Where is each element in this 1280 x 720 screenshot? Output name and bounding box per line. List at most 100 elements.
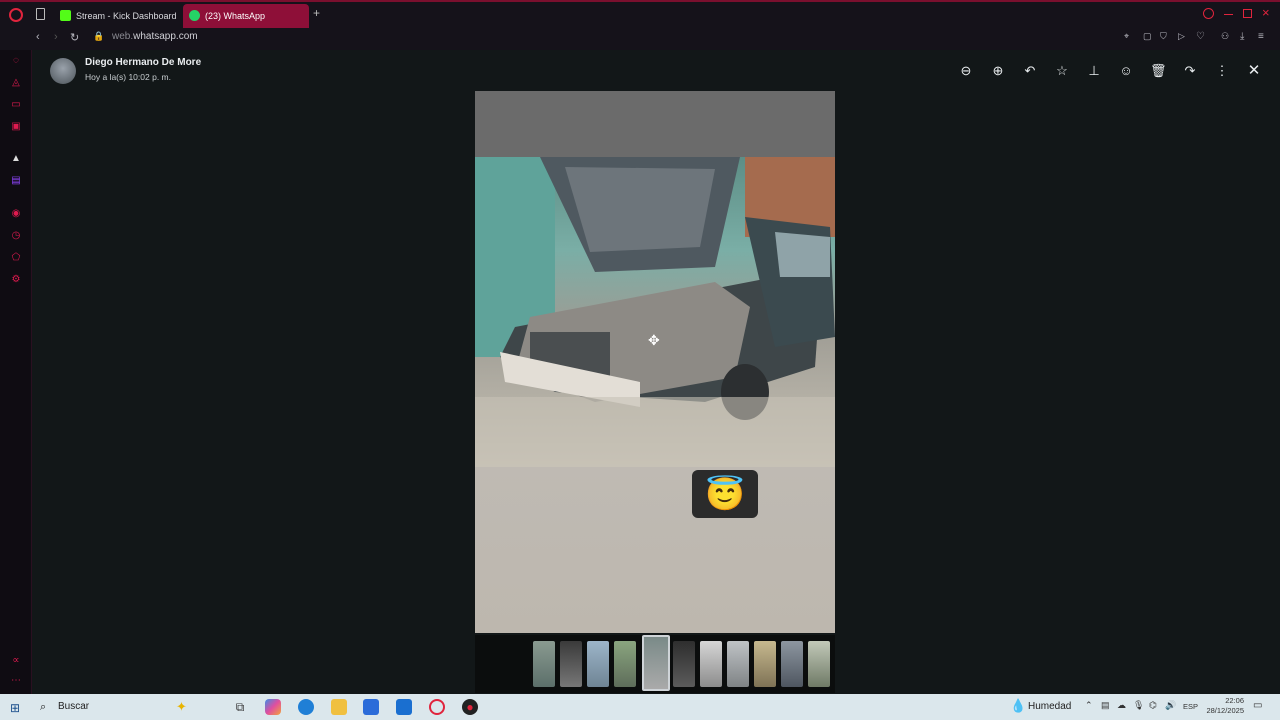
star-icon[interactable]: ☆: [1054, 63, 1070, 79]
zoom-in-icon[interactable]: ⊕: [990, 63, 1006, 79]
minimize-icon[interactable]: [1224, 14, 1233, 15]
history-icon[interactable]: ◷: [10, 230, 22, 242]
avatar[interactable]: [50, 58, 76, 84]
copilot-sparkle-icon: ✦: [176, 699, 187, 714]
aria-icon[interactable]: ◌: [10, 55, 22, 67]
photo-bottom-band: [475, 467, 835, 633]
snapshot-icon[interactable]: ⌖: [1124, 31, 1129, 42]
forward-nav-icon[interactable]: ›: [54, 31, 58, 43]
network-icon[interactable]: ⌬: [1149, 700, 1157, 711]
close-icon[interactable]: ✕: [1246, 63, 1262, 79]
thumbnail[interactable]: [560, 641, 582, 687]
tab-label: Stream - Kick Dashboard: [76, 11, 177, 21]
thumbnail-active[interactable]: [642, 635, 670, 691]
thumbnail[interactable]: [808, 641, 830, 687]
car-illustration: [475, 157, 835, 467]
pin-icon[interactable]: ⊥: [1086, 63, 1102, 79]
photo-top-band: [475, 91, 835, 157]
reaction-emoji: 😇: [692, 470, 758, 518]
file-explorer-icon[interactable]: [331, 699, 347, 715]
thumbnail[interactable]: [533, 641, 555, 687]
emoji-icon[interactable]: ☺: [1118, 63, 1134, 79]
twitch-icon[interactable]: ▤: [10, 175, 22, 187]
player-icon[interactable]: ◉: [10, 208, 22, 220]
opera-gx-taskbar-icon[interactable]: [429, 699, 445, 715]
tab-list-icon[interactable]: [36, 8, 45, 20]
url-field[interactable]: web.whatsapp.com: [112, 31, 198, 42]
taskbar-search[interactable]: ⌕ Buscar ✦: [34, 697, 220, 717]
messenger-icon[interactable]: ▭: [10, 99, 22, 111]
forward-icon[interactable]: ↷: [1182, 63, 1198, 79]
lock-icon: 🔒: [93, 31, 105, 41]
new-tab-button[interactable]: +: [313, 6, 320, 20]
sidebar-more-icon[interactable]: ⋯: [10, 675, 22, 687]
whatsapp-favicon-icon: [189, 10, 200, 21]
reply-icon[interactable]: ↶: [1022, 63, 1038, 79]
play-icon[interactable]: ▷: [1178, 31, 1185, 42]
search-icon: ⌕: [40, 701, 47, 713]
opera-menu-icon[interactable]: [9, 8, 23, 22]
copilot-icon[interactable]: [265, 699, 281, 715]
kick-favicon-icon: [60, 10, 71, 21]
gx-icon[interactable]: ∝: [10, 655, 22, 667]
heart-icon[interactable]: ♡: [1196, 31, 1205, 42]
microphone-icon[interactable]: 🎙: [1133, 700, 1144, 711]
thumbnail[interactable]: [727, 641, 749, 687]
tab-kick-dashboard[interactable]: Stream - Kick Dashboard: [54, 4, 182, 28]
car-photo: [475, 157, 835, 467]
clock-date: 28/12/2025: [1206, 706, 1244, 715]
app-taskbar-icon[interactable]: ●: [462, 699, 478, 715]
thumbnail-strip: [475, 635, 835, 693]
pinboard-icon[interactable]: ⬠: [10, 252, 22, 264]
reader-icon[interactable]: ▢: [1143, 31, 1152, 42]
windows-start-icon[interactable]: ⊞: [10, 701, 20, 715]
weather-widget[interactable]: 💧 Humedad: [1010, 698, 1072, 713]
back-icon[interactable]: ‹: [36, 31, 40, 43]
contact-name: Diego Hermano De More: [85, 57, 202, 68]
thumbnail[interactable]: [781, 641, 803, 687]
clock-time: 22:06: [1225, 696, 1244, 705]
account-icon[interactable]: ⚇: [1221, 31, 1229, 42]
water-drop-icon: 💧: [1010, 698, 1027, 713]
kick-icon[interactable]: ▲: [10, 153, 22, 165]
task-view-icon[interactable]: ⧉: [232, 699, 248, 715]
windows-taskbar: ⊞ ⌕ Buscar ✦ ⧉ ● 💧 Humedad ⌃ ▤ ☁ 🎙 ⌬ 🔊 E…: [0, 694, 1280, 720]
notifications-icon[interactable]: ▭: [1253, 700, 1262, 711]
thumbnail[interactable]: [700, 641, 722, 687]
address-bar: ‹ › ↻ 🔒 web.whatsapp.com ⌖ ▢ ⛉ ▷ ♡ ⚇ ⤓ ≡: [0, 28, 1280, 50]
thumbnail[interactable]: [754, 641, 776, 687]
shield-icon[interactable]: ⛉: [1160, 31, 1167, 42]
download-icon[interactable]: ⤓: [1240, 31, 1244, 42]
easy-setup-icon[interactable]: ≡: [1258, 31, 1264, 42]
edge-icon[interactable]: [298, 699, 314, 715]
delete-icon[interactable]: 🗑: [1150, 63, 1167, 79]
message-timestamp: Hoy a la(s) 10:02 p. m.: [85, 72, 171, 82]
outlook-icon[interactable]: [396, 699, 412, 715]
news-icon[interactable]: ▣: [10, 121, 22, 133]
reload-icon[interactable]: ↻: [70, 31, 79, 44]
media-image[interactable]: 😇 ✥: [475, 91, 835, 633]
extensions-icon[interactable]: ◬: [10, 77, 22, 89]
weather-label: Humedad: [1028, 701, 1072, 712]
store-icon[interactable]: [363, 699, 379, 715]
thumbnail[interactable]: [614, 641, 636, 687]
volume-icon[interactable]: 🔊: [1165, 700, 1176, 711]
search-tabs-icon[interactable]: [1203, 8, 1214, 19]
url-domain: whatsapp.com: [133, 31, 198, 42]
close-window-icon[interactable]: ×: [1262, 5, 1270, 20]
tab-whatsapp[interactable]: (23) WhatsApp: [183, 4, 309, 28]
browser-sidebar: ◌ ◬ ▭ ▣ ▲ ▤ ◉ ◷ ⬠ ⚙ ∝ ⋯: [0, 50, 32, 694]
url-prefix: web.: [112, 31, 134, 42]
tray-cloud-icon[interactable]: ☁: [1117, 700, 1126, 711]
thumbnail[interactable]: [673, 641, 695, 687]
tab-label: (23) WhatsApp: [205, 11, 266, 21]
zoom-out-icon[interactable]: ⊖: [958, 63, 974, 79]
restore-icon[interactable]: [1243, 9, 1252, 18]
more-icon[interactable]: ⋮: [1214, 63, 1230, 79]
thumbnail[interactable]: [587, 641, 609, 687]
show-hidden-icons-icon[interactable]: ⌃: [1085, 700, 1093, 711]
settings-icon[interactable]: ⚙: [10, 274, 22, 286]
language-indicator[interactable]: ESP: [1183, 702, 1198, 711]
clock[interactable]: 22:06 28/12/2025: [1200, 696, 1244, 716]
tray-app-icon[interactable]: ▤: [1101, 700, 1110, 711]
